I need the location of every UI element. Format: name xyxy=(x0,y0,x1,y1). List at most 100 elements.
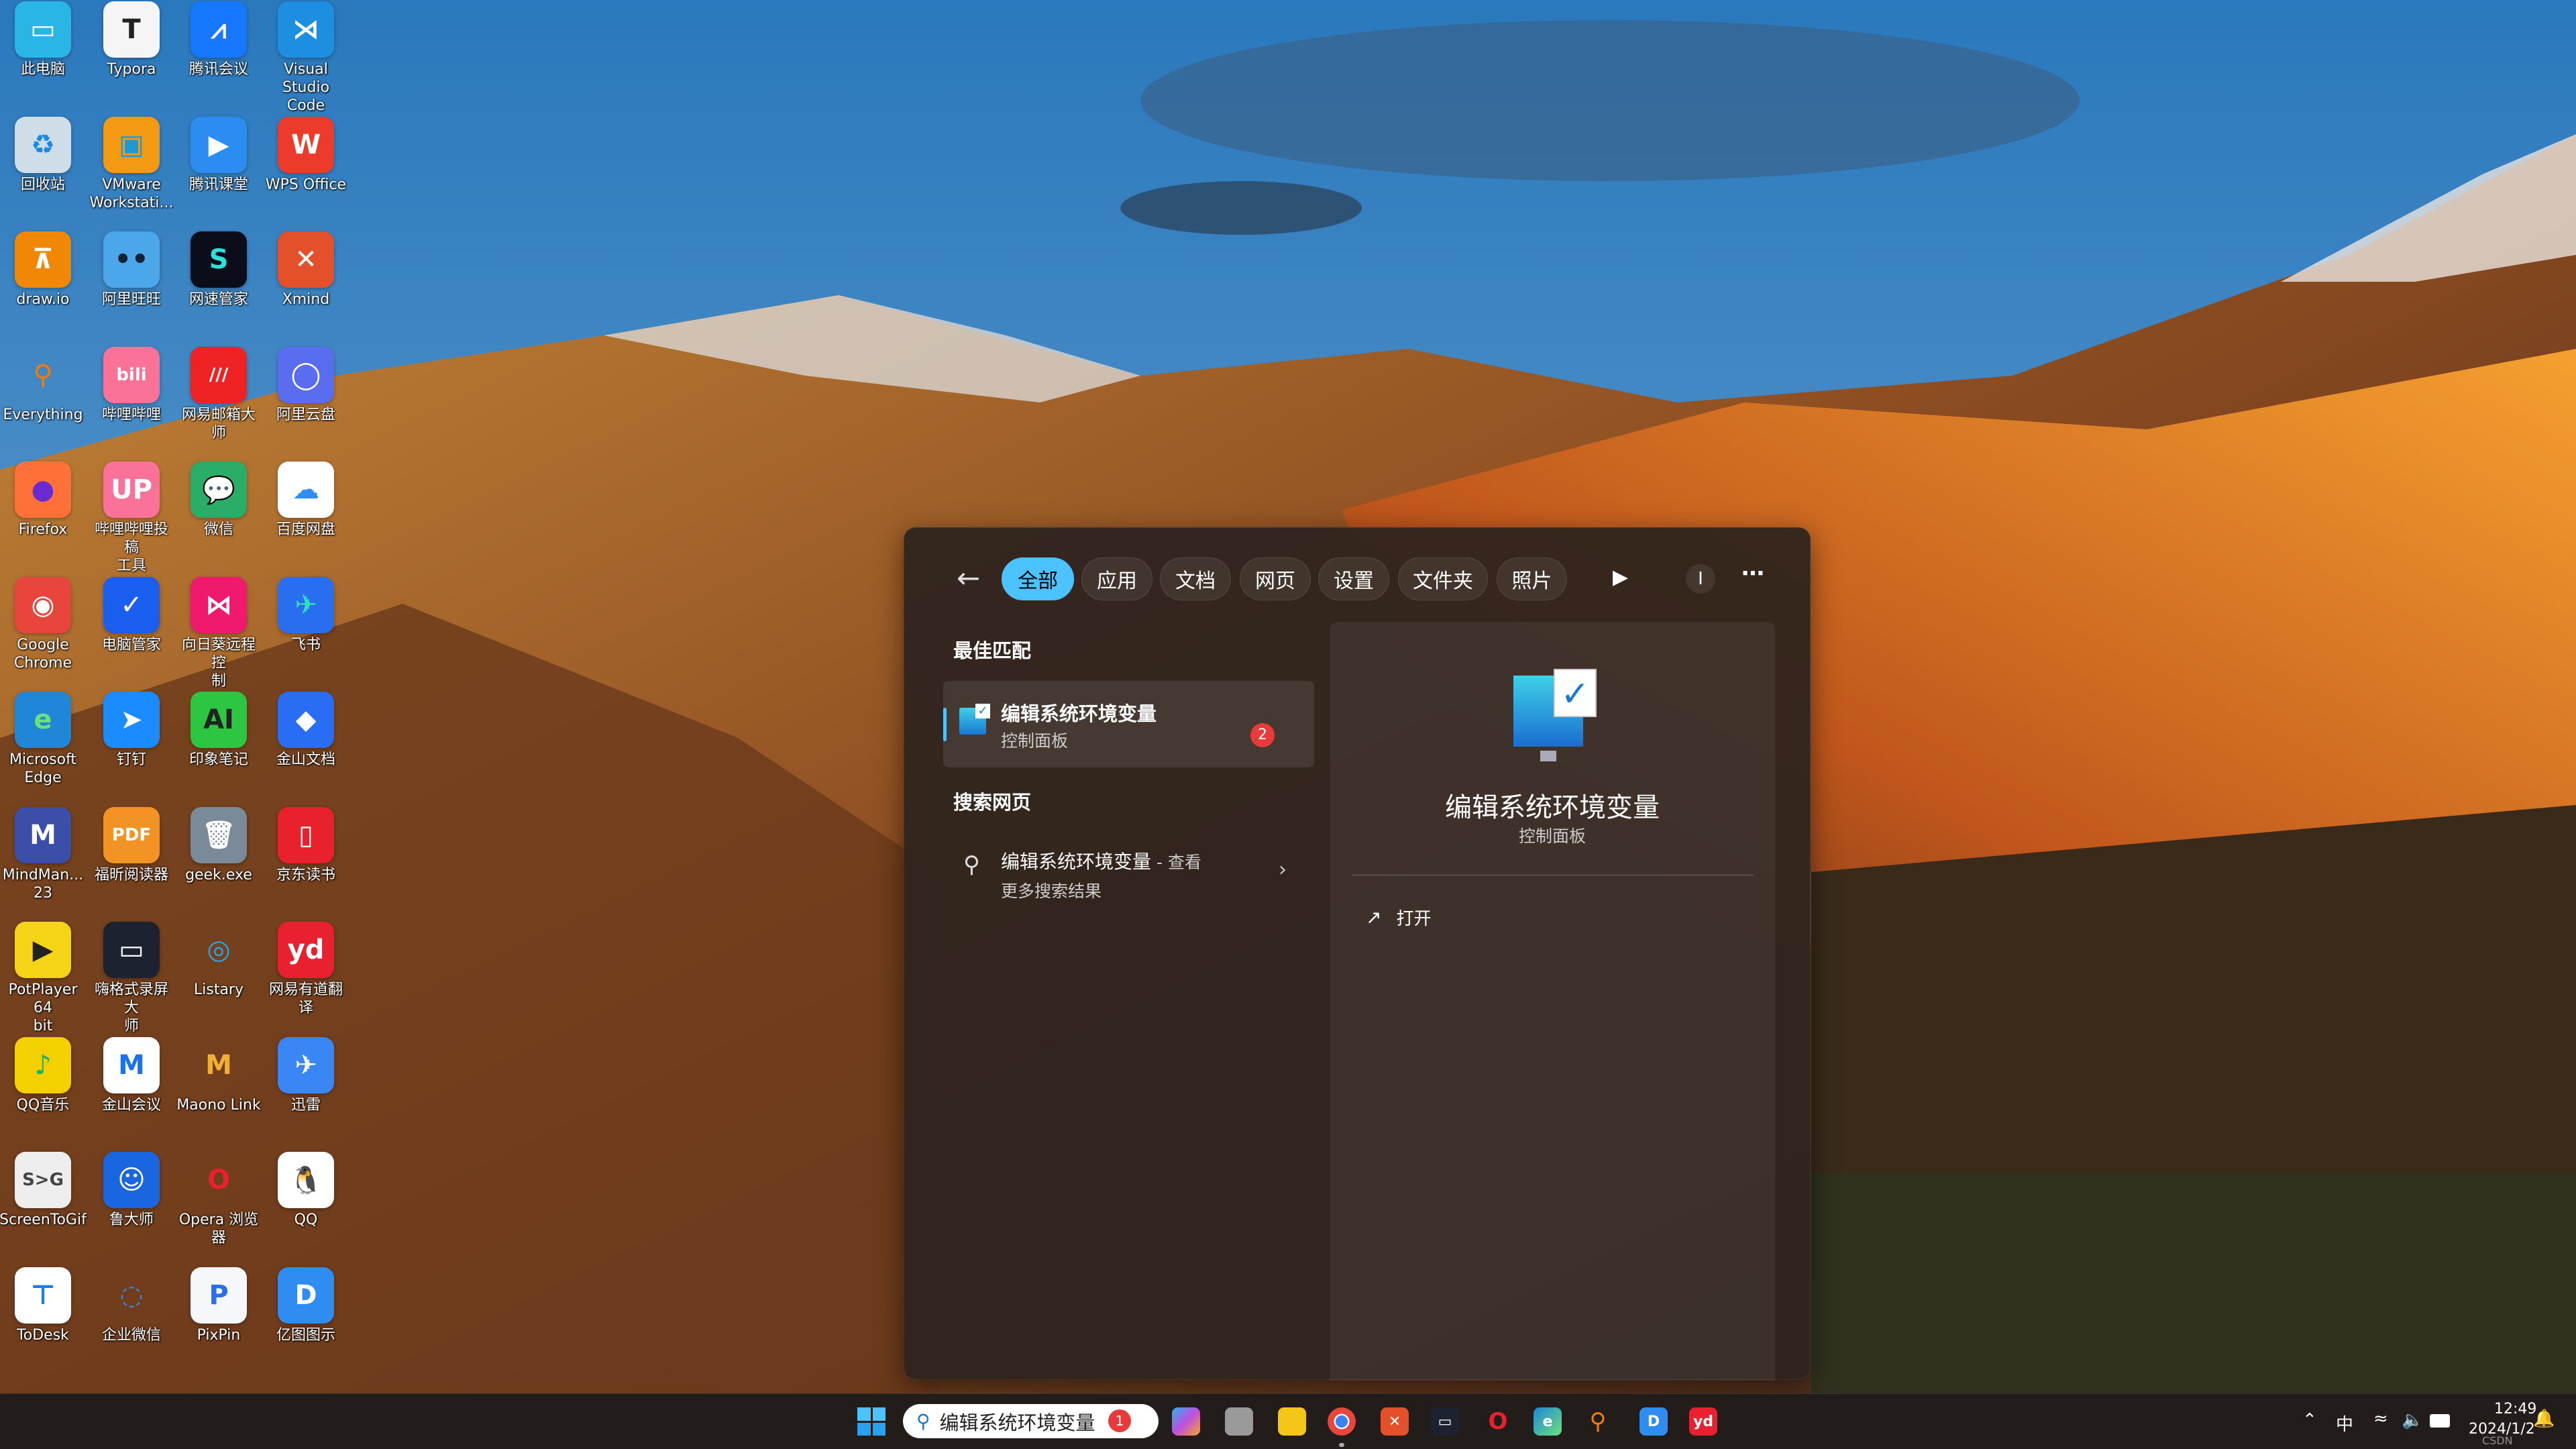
desktop-icon[interactable]: ✈ 迅雷 xyxy=(262,1036,350,1114)
taskbar-copilot-icon[interactable] xyxy=(1172,1407,1200,1436)
divider xyxy=(1352,874,1754,876)
best-match-subtitle: 控制面板 xyxy=(1001,731,1069,751)
control-panel-icon: ✓ xyxy=(959,704,990,735)
desktop-icon[interactable]: D 亿图图示 xyxy=(262,1267,350,1344)
desktop-icon[interactable]: ♻ 回收站 xyxy=(0,116,87,194)
app-icon: ⋈ xyxy=(191,576,247,633)
desktop-icon[interactable]: ● Firefox xyxy=(0,462,87,539)
chevron-right-icon[interactable]: › xyxy=(1279,858,1287,881)
desktop-icon[interactable]: ♪ QQ音乐 xyxy=(0,1036,87,1114)
desktop-icon[interactable]: ▶ 腾讯课堂 xyxy=(175,116,262,194)
desktop-icon[interactable]: ☁ 百度网盘 xyxy=(262,462,350,539)
desktop-icon-label: Opera 浏览 器 xyxy=(178,1212,259,1246)
taskbar-task-view-icon[interactable] xyxy=(1225,1407,1253,1436)
tab-6[interactable]: 照片 xyxy=(1497,557,1567,600)
taskbar-search-box[interactable]: ⚲ 编辑系统环境变量 1 xyxy=(903,1404,1159,1438)
desktop-icon[interactable]: T Typora xyxy=(88,1,175,78)
more-filters-play-icon[interactable]: ▶ xyxy=(1613,566,1628,589)
desktop-icon[interactable]: ✕ Xmind xyxy=(262,231,350,309)
desktop-icon[interactable]: 🗑 geek.exe xyxy=(175,806,262,884)
taskbar-everything-icon[interactable]: ⚲ xyxy=(1584,1407,1612,1436)
tab-3[interactable]: 网页 xyxy=(1240,557,1311,600)
tab-2[interactable]: 文档 xyxy=(1160,557,1231,600)
app-icon: M xyxy=(15,806,71,863)
open-label: 打开 xyxy=(1396,909,1432,929)
open-action[interactable]: ↗ 打开 xyxy=(1366,905,1431,930)
taskbar-edraw-icon[interactable]: D xyxy=(1640,1407,1668,1436)
desktop-icon[interactable]: AI 印象笔记 xyxy=(175,692,262,769)
desktop-icon[interactable]: P PixPin xyxy=(175,1267,262,1344)
desktop-icon[interactable]: ⊼ draw.io xyxy=(0,231,87,309)
back-arrow-icon[interactable]: ← xyxy=(957,561,980,594)
desktop-icon[interactable]: 🐧 QQ xyxy=(262,1152,350,1229)
desktop-icon[interactable]: •• 阿里旺旺 xyxy=(88,231,175,309)
desktop-icon-label: QQ音乐 xyxy=(16,1096,70,1114)
desktop-icon[interactable]: 💬 微信 xyxy=(175,462,262,539)
tab-4[interactable]: 设置 xyxy=(1318,557,1389,600)
show-hidden-icons-chevron[interactable]: ⌃ xyxy=(2302,1410,2317,1430)
desktop-icon[interactable]: ⋈ 向日葵远程控 制 xyxy=(175,576,262,690)
battery-icon[interactable] xyxy=(2430,1414,2450,1428)
taskbar-edge-icon[interactable]: e xyxy=(1534,1407,1562,1436)
desktop-icon-label: 向日葵远程控 制 xyxy=(181,636,256,690)
desktop-icon[interactable]: ◆ 金山文档 xyxy=(262,692,350,769)
desktop-icon[interactable]: ☺ 鲁大师 xyxy=(88,1152,175,1229)
running-indicator xyxy=(1339,1443,1344,1447)
wifi-icon[interactable]: ≈ xyxy=(2373,1409,2388,1429)
desktop-icon[interactable]: ▶ PotPlayer 64 bit xyxy=(0,922,87,1035)
taskbar-chrome-icon[interactable] xyxy=(1328,1407,1356,1436)
desktop-icon[interactable]: ▭ 此电脑 xyxy=(0,1,87,78)
tab-0[interactable]: 全部 xyxy=(1002,557,1074,600)
desktop-icon-label: 福昕阅读器 xyxy=(94,866,168,883)
desktop-icon[interactable]: ⊤ ToDesk xyxy=(0,1267,87,1344)
start-windows-icon[interactable] xyxy=(857,1407,885,1436)
desktop-icon[interactable]: ➤ 钉钉 xyxy=(88,692,175,769)
app-icon: PDF xyxy=(103,806,160,863)
desktop-icon[interactable]: UP 哔哩哔哩投稿 工具 xyxy=(88,462,175,575)
desktop-icon[interactable]: ⚲ Everything xyxy=(0,347,87,424)
tab-1[interactable]: 应用 xyxy=(1081,557,1152,600)
taskbar-youdao-icon[interactable]: yd xyxy=(1689,1407,1717,1436)
desktop-icon[interactable]: ✓ 电脑管家 xyxy=(88,576,175,654)
taskbar-file-explorer-icon[interactable] xyxy=(1278,1407,1306,1436)
app-icon: ◯ xyxy=(278,346,334,403)
app-icon: ✓ xyxy=(103,576,160,633)
best-match-item[interactable]: ✓ 编辑系统环境变量 控制面板 2 xyxy=(943,681,1314,767)
desktop-icon-label: Everything xyxy=(3,406,83,423)
taskbar-screen-recorder-icon[interactable]: ▭ xyxy=(1431,1407,1459,1436)
desktop-icon[interactable]: PDF 福昕阅读器 xyxy=(88,806,175,884)
desktop-icon-label: 网速管家 xyxy=(189,291,248,308)
desktop-icon[interactable]: bili 哔哩哔哩 xyxy=(88,346,175,424)
desktop-icon[interactable]: M Maono Link xyxy=(175,1037,262,1114)
web-search-result[interactable]: ⚲ 编辑系统环境变量 - 查看 更多搜索结果 › xyxy=(943,831,1314,912)
desktop-icon[interactable]: M MindMan... 23 xyxy=(0,806,87,902)
notification-bell-icon[interactable]: 🔔 xyxy=(2533,1409,2555,1429)
tab-5[interactable]: 文件夹 xyxy=(1398,557,1488,600)
more-options-icon[interactable]: ⋯ xyxy=(1741,560,1764,587)
desktop-icon[interactable]: M 金山会议 xyxy=(88,1036,175,1114)
desktop-icon[interactable]: O Opera 浏览 器 xyxy=(175,1152,262,1247)
ime-indicator[interactable]: 中 xyxy=(2336,1411,2353,1436)
taskbar-xmind-icon[interactable]: ✕ xyxy=(1381,1407,1409,1436)
desktop-icon[interactable]: S 网速管家 xyxy=(175,231,262,309)
desktop-icon[interactable]: ///网易邮箱大师 xyxy=(175,346,262,442)
desktop-icon[interactable]: ◉ Google Chrome xyxy=(0,576,87,672)
app-icon: ⊤ xyxy=(15,1267,71,1324)
desktop-icon[interactable]: ⋊ Visual Studio Code xyxy=(262,1,350,115)
desktop-icon[interactable]: e Microsoft Edge xyxy=(0,692,87,787)
desktop-icon[interactable]: ◌ 企业微信 xyxy=(88,1267,175,1344)
desktop-icon[interactable]: ▯ 京东读书 xyxy=(262,806,350,884)
volume-icon[interactable]: 🔈 xyxy=(2402,1410,2423,1430)
desktop-icon[interactable]: yd 网易有道翻译 xyxy=(262,922,350,1017)
desktop-icon[interactable]: ◎ Listary xyxy=(175,922,262,999)
desktop-icon[interactable]: ▣ VMware Workstati... xyxy=(88,116,175,212)
desktop-icon[interactable]: ⩘ 腾讯会议 xyxy=(175,1,262,78)
desktop-icon[interactable]: ◯ 阿里云盘 xyxy=(262,346,350,424)
desktop-icon[interactable]: W WPS Office xyxy=(262,116,350,194)
desktop-icon[interactable]: ✈ 飞书 xyxy=(262,576,350,654)
profile-button[interactable]: I xyxy=(1686,564,1715,594)
desktop-icon[interactable]: S>G ScreenToGif xyxy=(0,1152,87,1229)
desktop-icon[interactable]: ▭ 嗨格式录屏大 师 xyxy=(88,922,175,1035)
taskbar-opera-icon[interactable]: O xyxy=(1484,1407,1512,1436)
clock-time[interactable]: 12:49 xyxy=(2494,1401,2536,1417)
